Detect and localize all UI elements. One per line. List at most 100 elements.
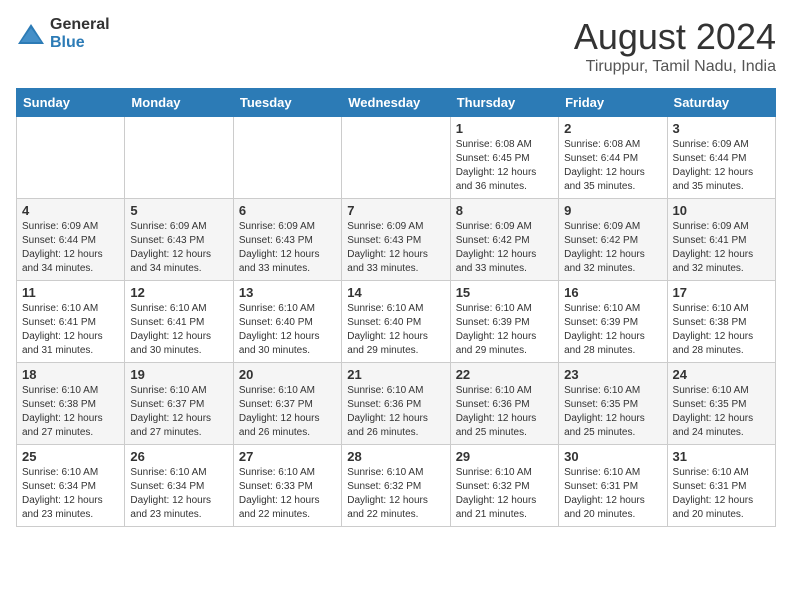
day-info: Sunrise: 6:10 AM Sunset: 6:32 PM Dayligh… bbox=[347, 466, 444, 522]
calendar-day-cell: 23 Sunrise: 6:10 AM Sunset: 6:35 PM Dayli… bbox=[559, 363, 667, 445]
day-info: Sunrise: 6:10 AM Sunset: 6:38 PM Dayligh… bbox=[22, 384, 119, 440]
calendar-day-cell: 17Sunrise: 6:10 AM Sunset: 6:38 PM Dayli… bbox=[667, 281, 775, 363]
calendar-day-cell: 12 Sunrise: 6:10 AM Sunset: 6:41 PM Dayli… bbox=[125, 281, 233, 363]
day-number: 13 bbox=[239, 285, 336, 300]
calendar-day-cell: 10Sunrise: 6:09 AM Sunset: 6:41 PM Dayli… bbox=[667, 199, 775, 281]
day-number: 25 bbox=[22, 449, 119, 464]
calendar-day-cell: 1 Sunrise: 6:08 AM Sunset: 6:45 PM Daylig… bbox=[450, 117, 558, 199]
day-number: 26 bbox=[130, 449, 227, 464]
day-info: Sunrise: 6:10 AM Sunset: 6:40 PM Dayligh… bbox=[347, 302, 444, 358]
calendar-day-cell: 30 Sunrise: 6:10 AM Sunset: 6:31 PM Dayli… bbox=[559, 445, 667, 527]
day-number: 12 bbox=[130, 285, 227, 300]
calendar-day-cell: 3 Sunrise: 6:09 AM Sunset: 6:44 PM Daylig… bbox=[667, 117, 775, 199]
day-info: Sunrise: 6:10 AM Sunset: 6:34 PM Dayligh… bbox=[130, 466, 227, 522]
calendar-day-cell: 21 Sunrise: 6:10 AM Sunset: 6:36 PM Dayli… bbox=[342, 363, 450, 445]
day-number: 30 bbox=[564, 449, 661, 464]
day-of-week-header: Wednesday bbox=[342, 89, 450, 117]
calendar-day-cell: 7 Sunrise: 6:09 AM Sunset: 6:43 PM Daylig… bbox=[342, 199, 450, 281]
day-number: 16 bbox=[564, 285, 661, 300]
day-number: 2 bbox=[564, 121, 661, 136]
calendar-day-cell: 15Sunrise: 6:10 AM Sunset: 6:39 PM Dayli… bbox=[450, 281, 558, 363]
day-number: 3 bbox=[673, 121, 770, 136]
day-of-week-header: Thursday bbox=[450, 89, 558, 117]
day-info: Sunrise: 6:10 AM Sunset: 6:41 PM Dayligh… bbox=[130, 302, 227, 358]
logo-text-blue: Blue bbox=[50, 34, 85, 51]
title-area: August 2024 Tiruppur, Tamil Nadu, India bbox=[574, 16, 776, 76]
day-info: Sunrise: 6:08 AM Sunset: 6:45 PM Dayligh… bbox=[456, 138, 553, 194]
calendar-day-cell: 19 Sunrise: 6:10 AM Sunset: 6:37 PM Dayli… bbox=[125, 363, 233, 445]
calendar-header-row: SundayMondayTuesdayWednesdayThursdayFrid… bbox=[17, 89, 776, 117]
day-info: Sunrise: 6:10 AM Sunset: 6:40 PM Dayligh… bbox=[239, 302, 336, 358]
day-info: Sunrise: 6:09 AM Sunset: 6:43 PM Dayligh… bbox=[347, 220, 444, 276]
day-number: 20 bbox=[239, 367, 336, 382]
day-number: 29 bbox=[456, 449, 553, 464]
logo-text-general: General bbox=[50, 16, 110, 33]
calendar-week-row: 4Sunrise: 6:09 AM Sunset: 6:44 PM Daylig… bbox=[17, 199, 776, 281]
day-info: Sunrise: 6:09 AM Sunset: 6:42 PM Dayligh… bbox=[456, 220, 553, 276]
calendar-day-cell: 11 Sunrise: 6:10 AM Sunset: 6:41 PM Dayli… bbox=[17, 281, 125, 363]
calendar-day-cell: 16 Sunrise: 6:10 AM Sunset: 6:39 PM Dayli… bbox=[559, 281, 667, 363]
day-number: 5 bbox=[130, 203, 227, 218]
calendar-week-row: 1 Sunrise: 6:08 AM Sunset: 6:45 PM Daylig… bbox=[17, 117, 776, 199]
day-number: 28 bbox=[347, 449, 444, 464]
calendar-day-cell: 14Sunrise: 6:10 AM Sunset: 6:40 PM Dayli… bbox=[342, 281, 450, 363]
day-info: Sunrise: 6:09 AM Sunset: 6:42 PM Dayligh… bbox=[564, 220, 661, 276]
day-number: 27 bbox=[239, 449, 336, 464]
day-number: 31 bbox=[673, 449, 770, 464]
logo: General Blue bbox=[16, 16, 110, 52]
calendar-day-cell: 5 Sunrise: 6:09 AM Sunset: 6:43 PM Daylig… bbox=[125, 199, 233, 281]
day-info: Sunrise: 6:10 AM Sunset: 6:35 PM Dayligh… bbox=[564, 384, 661, 440]
day-of-week-header: Friday bbox=[559, 89, 667, 117]
calendar-day-cell: 8 Sunrise: 6:09 AM Sunset: 6:42 PM Daylig… bbox=[450, 199, 558, 281]
day-of-week-header: Saturday bbox=[667, 89, 775, 117]
day-number: 8 bbox=[456, 203, 553, 218]
page-header: General Blue August 2024 Tiruppur, Tamil… bbox=[16, 16, 776, 76]
logo-icon bbox=[16, 22, 46, 46]
calendar-day-cell: 9 Sunrise: 6:09 AM Sunset: 6:42 PM Daylig… bbox=[559, 199, 667, 281]
day-info: Sunrise: 6:10 AM Sunset: 6:41 PM Dayligh… bbox=[22, 302, 119, 358]
day-number: 17 bbox=[673, 285, 770, 300]
calendar-day-cell: 25Sunrise: 6:10 AM Sunset: 6:34 PM Dayli… bbox=[17, 445, 125, 527]
day-info: Sunrise: 6:10 AM Sunset: 6:31 PM Dayligh… bbox=[564, 466, 661, 522]
day-number: 22 bbox=[456, 367, 553, 382]
day-info: Sunrise: 6:10 AM Sunset: 6:33 PM Dayligh… bbox=[239, 466, 336, 522]
day-info: Sunrise: 6:08 AM Sunset: 6:44 PM Dayligh… bbox=[564, 138, 661, 194]
day-number: 7 bbox=[347, 203, 444, 218]
calendar-day-cell: 29Sunrise: 6:10 AM Sunset: 6:32 PM Dayli… bbox=[450, 445, 558, 527]
day-of-week-header: Tuesday bbox=[233, 89, 341, 117]
calendar-day-cell: 13 Sunrise: 6:10 AM Sunset: 6:40 PM Dayli… bbox=[233, 281, 341, 363]
day-number: 6 bbox=[239, 203, 336, 218]
day-number: 23 bbox=[564, 367, 661, 382]
day-number: 24 bbox=[673, 367, 770, 382]
month-title: August 2024 bbox=[574, 16, 776, 58]
day-info: Sunrise: 6:10 AM Sunset: 6:36 PM Dayligh… bbox=[347, 384, 444, 440]
day-info: Sunrise: 6:10 AM Sunset: 6:37 PM Dayligh… bbox=[239, 384, 336, 440]
day-info: Sunrise: 6:10 AM Sunset: 6:37 PM Dayligh… bbox=[130, 384, 227, 440]
calendar-day-cell: 22Sunrise: 6:10 AM Sunset: 6:36 PM Dayli… bbox=[450, 363, 558, 445]
day-number: 15 bbox=[456, 285, 553, 300]
day-info: Sunrise: 6:09 AM Sunset: 6:44 PM Dayligh… bbox=[673, 138, 770, 194]
day-info: Sunrise: 6:09 AM Sunset: 6:44 PM Dayligh… bbox=[22, 220, 119, 276]
day-info: Sunrise: 6:09 AM Sunset: 6:43 PM Dayligh… bbox=[130, 220, 227, 276]
calendar-day-cell bbox=[17, 117, 125, 199]
calendar-table: SundayMondayTuesdayWednesdayThursdayFrid… bbox=[16, 88, 776, 527]
day-number: 21 bbox=[347, 367, 444, 382]
day-number: 9 bbox=[564, 203, 661, 218]
day-of-week-header: Sunday bbox=[17, 89, 125, 117]
calendar-week-row: 25 Sunrise: 6:10 AM Sunset: 6:34 PM Dayli… bbox=[17, 445, 776, 527]
location-title: Tiruppur, Tamil Nadu, India bbox=[574, 58, 776, 76]
calendar-week-row: 18Sunrise: 6:10 AM Sunset: 6:38 PM Dayli… bbox=[17, 363, 776, 445]
calendar-day-cell: 4Sunrise: 6:09 AM Sunset: 6:44 PM Daylig… bbox=[17, 199, 125, 281]
day-number: 19 bbox=[130, 367, 227, 382]
day-info: Sunrise: 6:09 AM Sunset: 6:43 PM Dayligh… bbox=[239, 220, 336, 276]
day-number: 10 bbox=[673, 203, 770, 218]
calendar-day-cell: 27 Sunrise: 6:10 AM Sunset: 6:33 PM Dayli… bbox=[233, 445, 341, 527]
calendar-day-cell: 20 Sunrise: 6:10 AM Sunset: 6:37 PM Dayli… bbox=[233, 363, 341, 445]
day-info: Sunrise: 6:10 AM Sunset: 6:39 PM Dayligh… bbox=[564, 302, 661, 358]
day-number: 11 bbox=[22, 285, 119, 300]
day-info: Sunrise: 6:10 AM Sunset: 6:35 PM Dayligh… bbox=[673, 384, 770, 440]
calendar-day-cell: 31 Sunrise: 6:10 AM Sunset: 6:31 PM Dayli… bbox=[667, 445, 775, 527]
day-info: Sunrise: 6:10 AM Sunset: 6:31 PM Dayligh… bbox=[673, 466, 770, 522]
day-number: 1 bbox=[456, 121, 553, 136]
calendar-day-cell: 26 Sunrise: 6:10 AM Sunset: 6:34 PM Dayli… bbox=[125, 445, 233, 527]
